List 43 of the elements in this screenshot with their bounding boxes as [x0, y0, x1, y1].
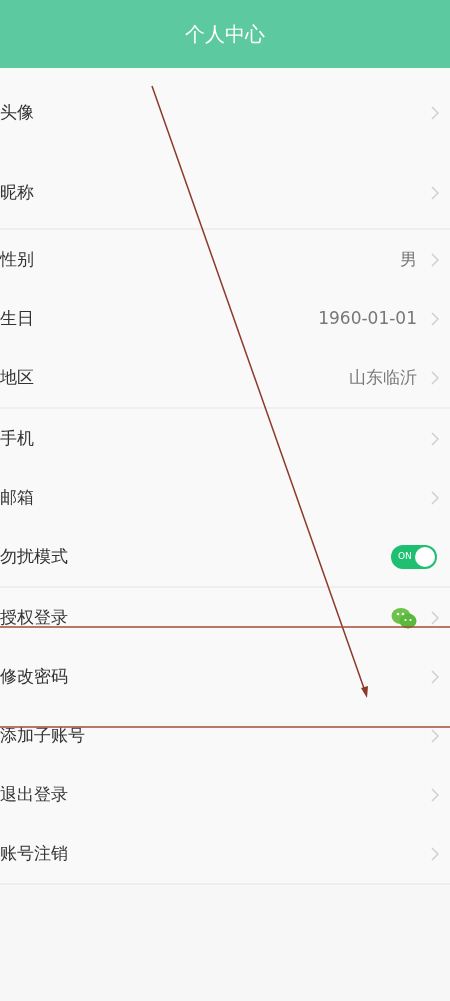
chevron-icon: [431, 787, 440, 802]
row-label: 修改密码: [0, 664, 68, 688]
row-value: 1960-01-01: [318, 306, 417, 330]
settings-row[interactable]: 账号注销: [0, 824, 450, 883]
settings-row[interactable]: 授权登录: [0, 588, 450, 647]
chevron-icon: [431, 846, 440, 861]
settings-row[interactable]: 邮箱: [0, 468, 450, 527]
row-label: 添加子账号: [0, 723, 85, 747]
chevron-icon: [431, 431, 440, 446]
settings-row[interactable]: 添加子账号: [0, 706, 450, 765]
chevron-icon: [431, 370, 440, 385]
chevron-icon: [431, 106, 440, 120]
row-label: 账号注销: [0, 841, 68, 865]
row-label: 头像: [0, 101, 34, 125]
chevron-icon: [431, 252, 440, 267]
settings-row[interactable]: 头像: [0, 68, 450, 158]
chat-bubbles-icon: [391, 606, 417, 629]
page-title: 个人中心: [185, 21, 265, 48]
row-value: 山东临沂: [349, 365, 417, 389]
settings-row[interactable]: 生日 1960-01-01: [0, 289, 450, 348]
chevron-icon: [431, 311, 440, 326]
chevron-icon: [431, 669, 440, 684]
row-label: 手机: [0, 426, 34, 450]
settings-row[interactable]: 修改密码: [0, 647, 450, 706]
row-label: 邮箱: [0, 485, 34, 509]
chevron-icon: [431, 186, 440, 200]
row-label: 昵称: [0, 181, 34, 205]
chevron-icon: [431, 610, 440, 625]
settings-row[interactable]: 昵称: [0, 158, 450, 228]
row-label: 性别: [0, 247, 34, 271]
settings-row[interactable]: 退出登录: [0, 765, 450, 824]
row-label: 地区: [0, 365, 34, 389]
settings-row[interactable]: 手机: [0, 409, 450, 468]
row-value: 男: [400, 247, 417, 271]
row-label: 授权登录: [0, 605, 68, 629]
row-label: 退出登录: [0, 782, 68, 806]
settings-row[interactable]: 勿扰模式 ON: [0, 527, 450, 586]
chevron-icon: [431, 728, 440, 743]
settings-row[interactable]: 地区 山东临沂: [0, 348, 450, 407]
chevron-icon: [431, 490, 440, 505]
row-label: 勿扰模式: [0, 544, 68, 568]
row-label: 生日: [0, 306, 34, 330]
settings-row[interactable]: 性别 男: [0, 230, 450, 289]
